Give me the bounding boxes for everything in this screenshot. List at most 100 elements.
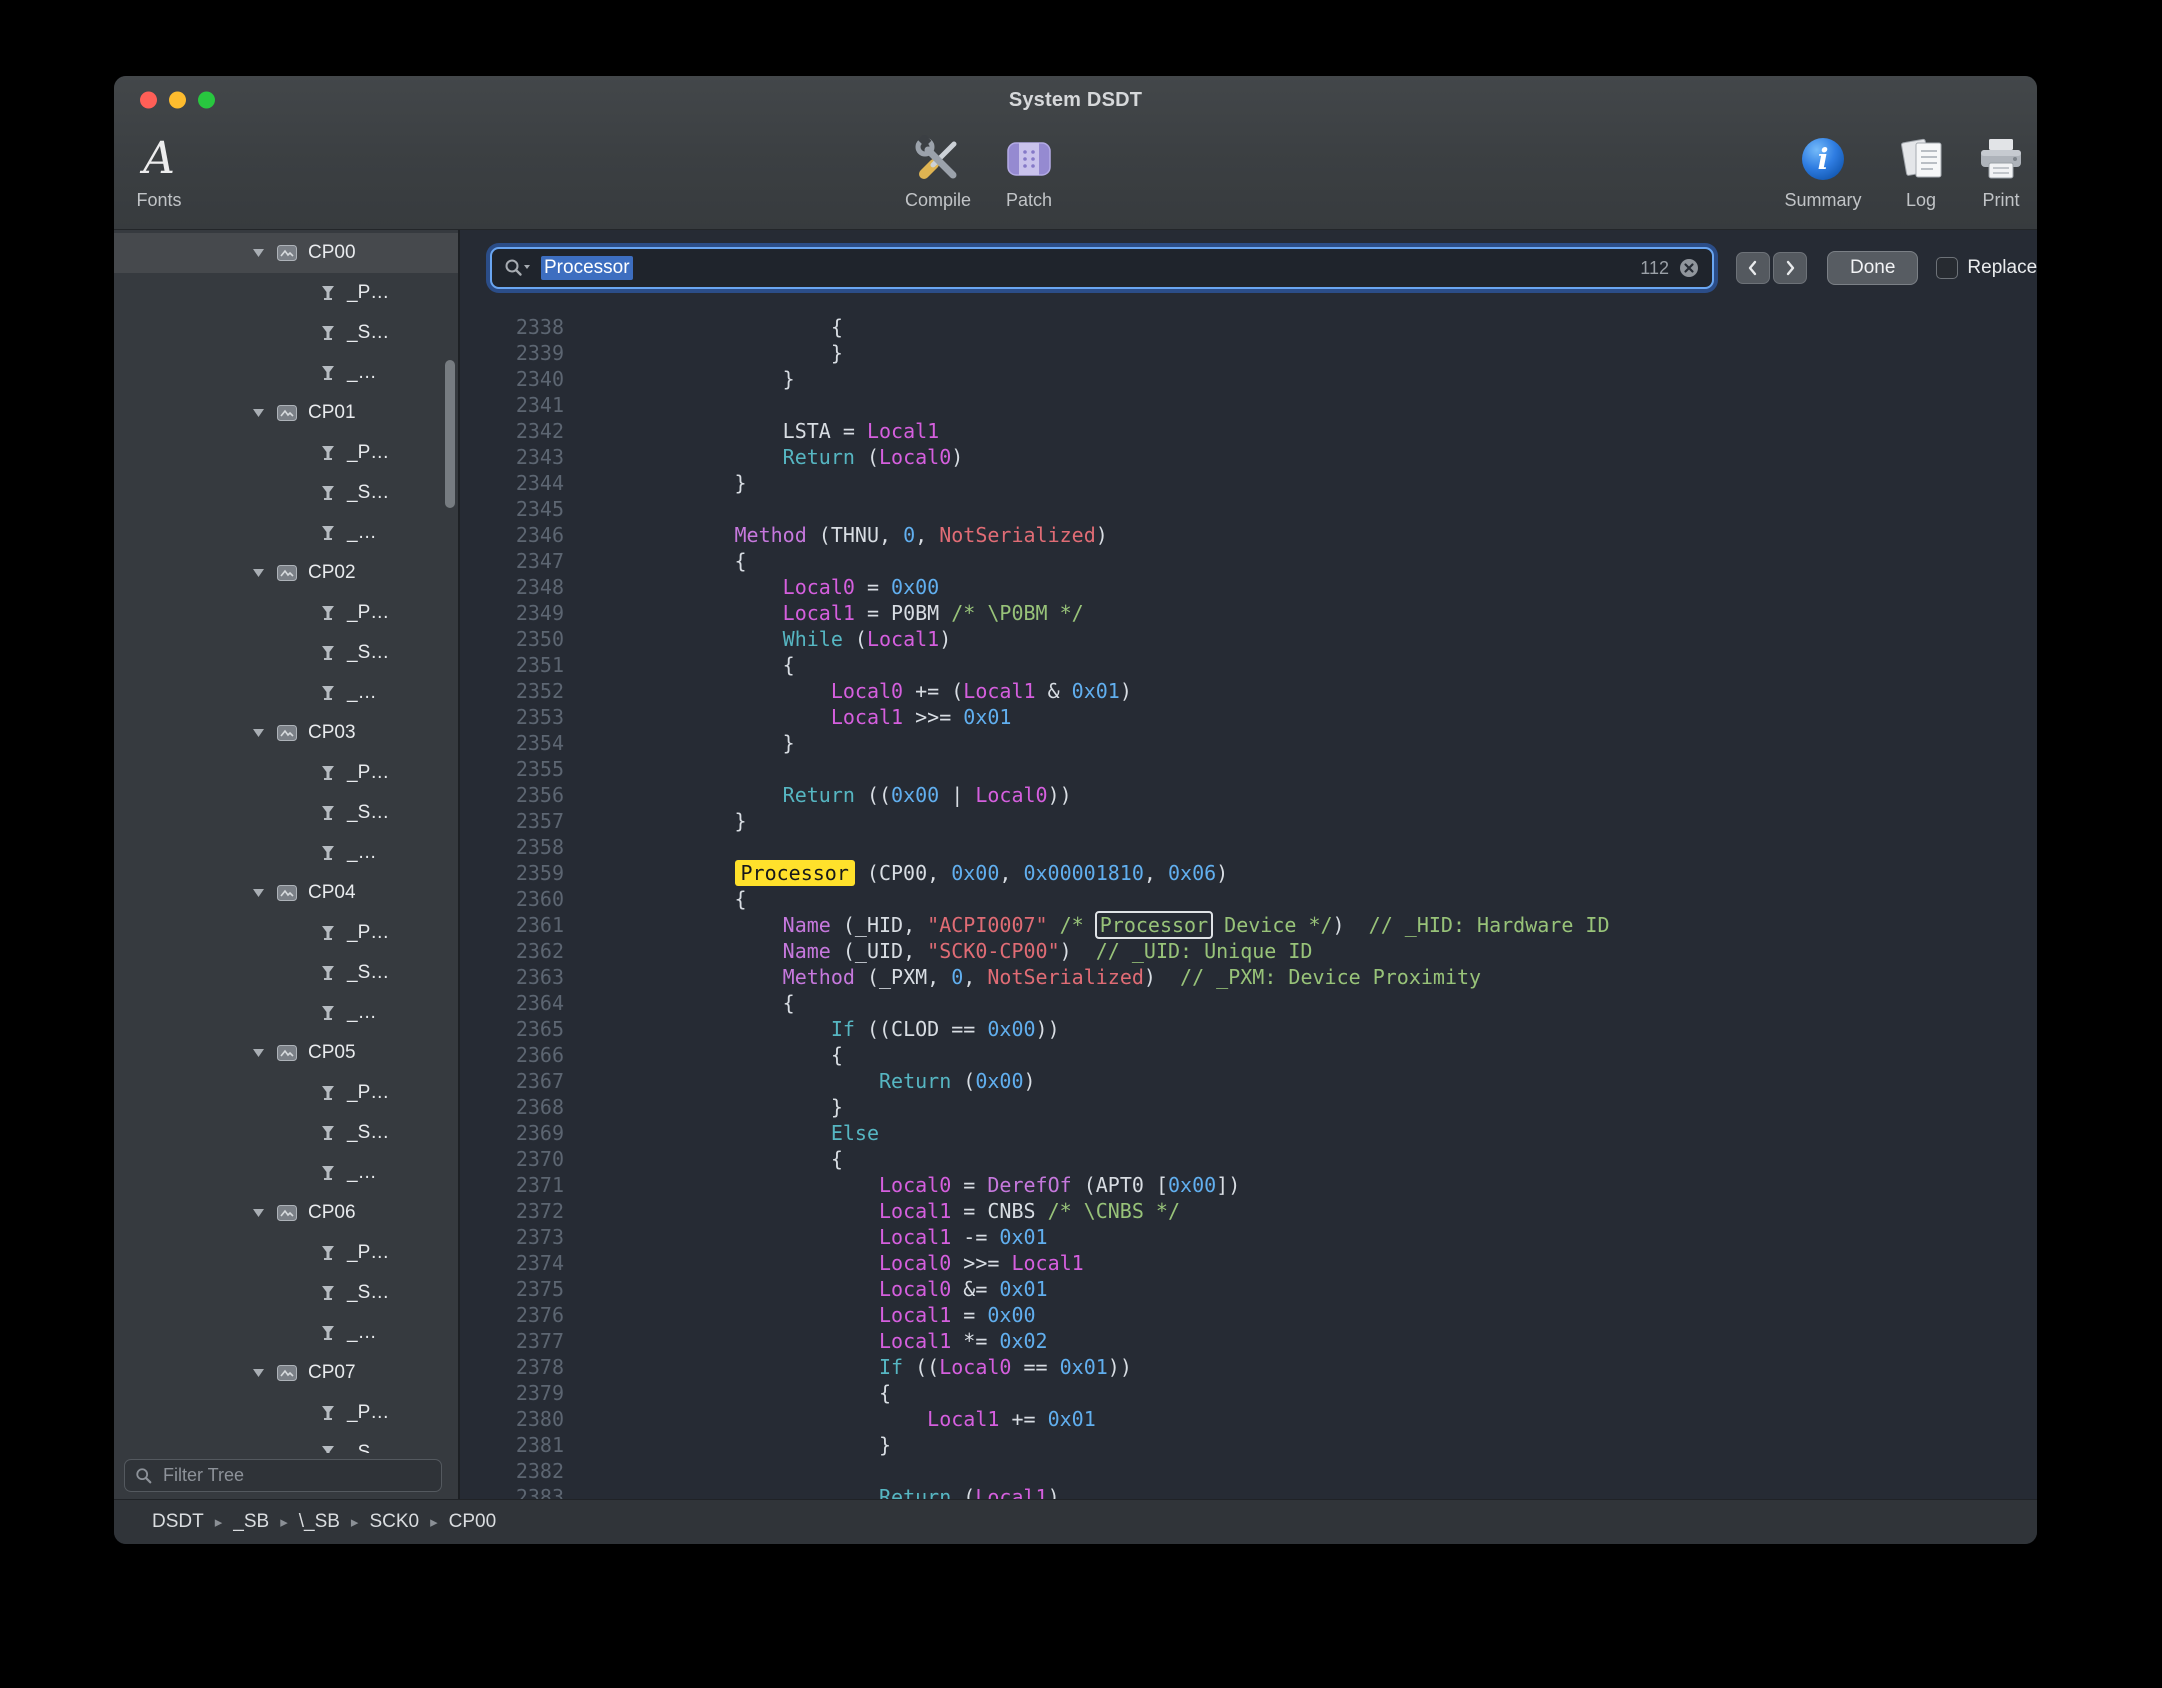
zoom-button[interactable]	[198, 92, 215, 109]
disclosure-triangle-icon[interactable]	[252, 408, 266, 418]
code-line: Local1 = CNBS /* \CNBS */	[590, 1198, 1610, 1224]
window-title: System DSDT	[1009, 89, 1142, 112]
find-query-text[interactable]: Processor	[541, 256, 633, 280]
find-bar: Processor 112	[460, 230, 2037, 306]
code-line: {	[590, 652, 1610, 678]
close-button[interactable]	[140, 92, 157, 109]
tree-child-item[interactable]: _P…	[114, 273, 458, 313]
disclosure-triangle-icon[interactable]	[252, 728, 266, 738]
traffic-lights	[140, 92, 215, 109]
minimize-button[interactable]	[169, 92, 186, 109]
tree-child-item[interactable]: _S…	[114, 1433, 458, 1453]
breadcrumb-item[interactable]: _SB	[233, 1511, 269, 1533]
tree-child-item[interactable]: _S…	[114, 1113, 458, 1153]
disclosure-triangle-icon[interactable]	[252, 568, 266, 578]
tree-child-item[interactable]: _…	[114, 673, 458, 713]
disclosure-triangle-icon[interactable]	[252, 1368, 266, 1378]
tree-child-item[interactable]: _P…	[114, 913, 458, 953]
method-icon	[319, 604, 337, 622]
tree-child-item[interactable]: _S…	[114, 953, 458, 993]
disclosure-triangle-icon[interactable]	[252, 1208, 266, 1218]
method-icon	[319, 1444, 337, 1453]
breadcrumb-item[interactable]: \_SB	[299, 1511, 340, 1533]
compile-toolbar-button[interactable]: Compile	[893, 130, 983, 211]
tree-child-item[interactable]: _…	[114, 833, 458, 873]
clear-search-button[interactable]	[1678, 257, 1700, 279]
tree-child-item[interactable]: _…	[114, 1313, 458, 1353]
svg-text:i: i	[1817, 142, 1828, 176]
disclosure-triangle-icon[interactable]	[252, 1048, 266, 1058]
breadcrumb-separator-icon: ▸	[215, 1513, 223, 1531]
find-search-field[interactable]: Processor 112	[490, 247, 1714, 289]
tree-child-item[interactable]: _…	[114, 513, 458, 553]
tree-child-label: _S…	[347, 1282, 389, 1304]
search-menu-icon[interactable]	[504, 258, 532, 278]
filter-tree-field[interactable]	[124, 1459, 442, 1492]
code-line: {	[590, 1042, 1610, 1068]
method-icon	[319, 764, 337, 782]
patch-toolbar-button[interactable]: Patch	[984, 130, 1074, 211]
code-line: Name (_UID, "SCK0-CP00") // _UID: Unique…	[590, 938, 1610, 964]
titlebar[interactable]: System DSDT	[114, 76, 2037, 124]
breadcrumb-item[interactable]: CP00	[449, 1511, 497, 1533]
method-icon	[319, 1084, 337, 1102]
match-count: 112	[1640, 258, 1669, 279]
tree-item-cp04[interactable]: CP04	[114, 873, 458, 913]
tree-child-item[interactable]: _S…	[114, 313, 458, 353]
previous-match-button[interactable]	[1736, 252, 1770, 284]
disclosure-triangle-icon[interactable]	[252, 248, 266, 258]
code-line: Local1 -= 0x01	[590, 1224, 1610, 1250]
log-toolbar-button[interactable]: Log	[1876, 130, 1966, 211]
tree-child-item[interactable]: _…	[114, 353, 458, 393]
tree-item-cp01[interactable]: CP01	[114, 393, 458, 433]
tree-item-label: CP01	[308, 402, 356, 424]
printer-icon	[1977, 130, 2025, 188]
tree-child-item[interactable]: _S…	[114, 633, 458, 673]
filter-tree-input[interactable]	[161, 1464, 431, 1487]
code-line: {	[590, 990, 1610, 1016]
tree-child-item[interactable]: _P…	[114, 1233, 458, 1273]
tree-child-label: _S…	[347, 482, 389, 504]
tree-child-item[interactable]: _P…	[114, 433, 458, 473]
next-match-button[interactable]	[1773, 252, 1807, 284]
code-line: Local0 += (Local1 & 0x01)	[590, 678, 1610, 704]
tree-child-item[interactable]: _…	[114, 1153, 458, 1193]
tree-item-cp00[interactable]: CP00	[114, 233, 458, 273]
method-icon	[319, 1404, 337, 1422]
replace-checkbox[interactable]	[1936, 257, 1958, 279]
breadcrumb: DSDT▸_SB▸\_SB▸SCK0▸CP00	[152, 1511, 496, 1533]
fonts-icon: A	[143, 137, 175, 181]
summary-toolbar-button[interactable]: i Summary	[1778, 130, 1868, 211]
tree-item-cp05[interactable]: CP05	[114, 1033, 458, 1073]
tree-child-item[interactable]: _S…	[114, 793, 458, 833]
print-toolbar-button[interactable]: Print	[1956, 130, 2037, 211]
done-button[interactable]: Done	[1827, 251, 1918, 285]
tree-item-cp03[interactable]: CP03	[114, 713, 458, 753]
tree-child-item[interactable]: _P…	[114, 753, 458, 793]
code-editor[interactable]: 2338233923402341234223432344234523462347…	[460, 306, 2037, 1499]
code-line: Local1 = P0BM /* \P0BM */	[590, 600, 1610, 626]
tree-child-label: _S…	[347, 962, 389, 984]
sidebar: CP00_P…_S…_…CP01_P…_S…_…CP02_P…_S…_…CP03…	[114, 230, 458, 1499]
tree-child-item[interactable]: _S…	[114, 473, 458, 513]
code-line: Method (THNU, 0, NotSerialized)	[590, 522, 1610, 548]
replace-toggle[interactable]: Replace	[1936, 257, 2037, 279]
breadcrumb-item[interactable]: SCK0	[369, 1511, 419, 1533]
tree-child-item[interactable]: _P…	[114, 593, 458, 633]
tree-child-item[interactable]: _…	[114, 993, 458, 1033]
fonts-toolbar-button[interactable]: A Fonts	[114, 130, 204, 211]
tree-child-item[interactable]: _S…	[114, 1273, 458, 1313]
code-line: }	[590, 1432, 1610, 1458]
tree-item-cp02[interactable]: CP02	[114, 553, 458, 593]
breadcrumb-item[interactable]: DSDT	[152, 1511, 204, 1533]
tree-item-label: CP04	[308, 882, 356, 904]
tree-child-item[interactable]: _P…	[114, 1073, 458, 1113]
sidebar-scrollbar[interactable]	[445, 360, 455, 508]
breadcrumb-separator-icon: ▸	[351, 1513, 359, 1531]
disclosure-triangle-icon[interactable]	[252, 888, 266, 898]
tree-item-cp07[interactable]: CP07	[114, 1353, 458, 1393]
tree-child-item[interactable]: _P…	[114, 1393, 458, 1433]
tree-item-cp06[interactable]: CP06	[114, 1193, 458, 1233]
tree-child-label: _…	[347, 1322, 377, 1344]
tree-child-label: _S…	[347, 1442, 389, 1453]
